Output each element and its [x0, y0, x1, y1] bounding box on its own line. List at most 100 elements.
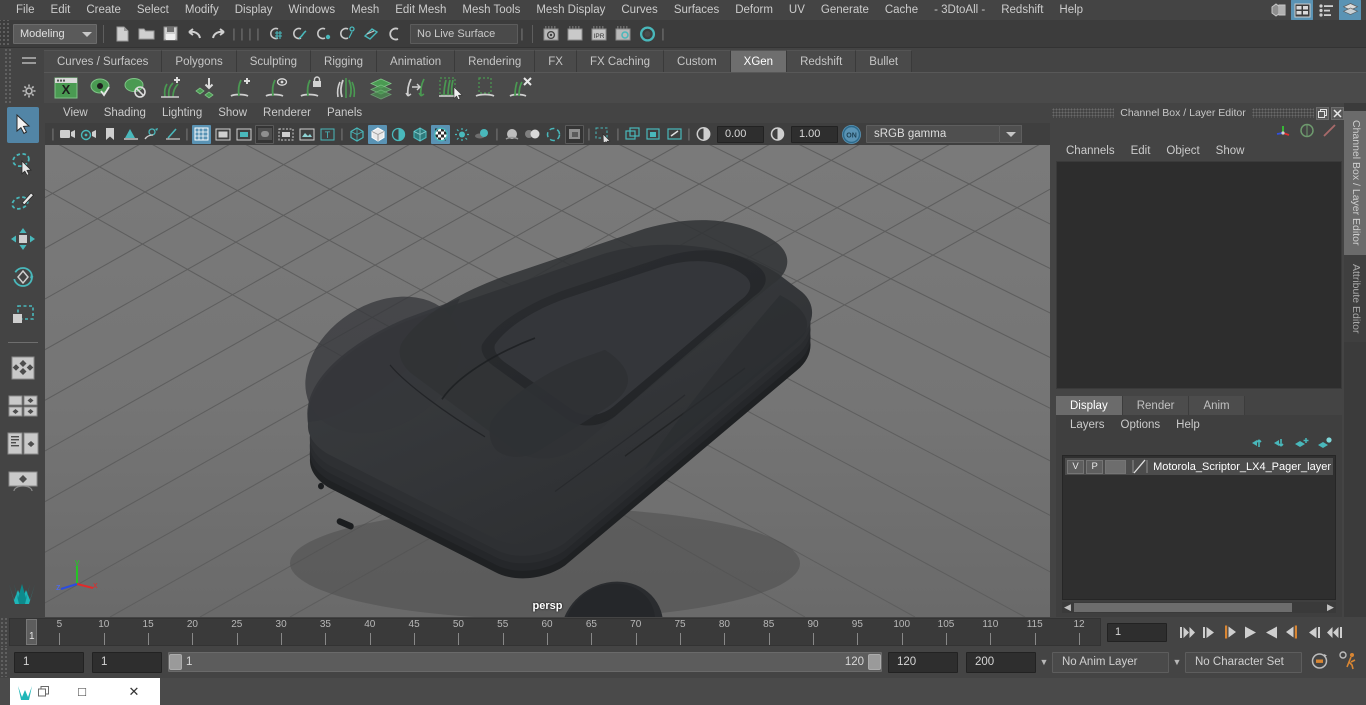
select-camera-icon[interactable]	[58, 125, 77, 144]
menu-item-surfaces[interactable]: Surfaces	[666, 0, 727, 20]
film-origin-icon[interactable]	[276, 125, 295, 144]
viewport-menu-lighting[interactable]: Lighting	[154, 103, 210, 123]
shelf-tab-menu-icon[interactable]	[22, 57, 36, 67]
close-icon[interactable]	[1331, 106, 1344, 120]
image-plane-icon[interactable]	[121, 125, 140, 144]
persp-outliner-layout-icon[interactable]	[7, 388, 39, 424]
shelf-tab-sculpting[interactable]: Sculpting	[236, 50, 312, 72]
layer-menu-help[interactable]: Help	[1168, 415, 1208, 435]
viewport-menu-shading[interactable]: Shading	[96, 103, 154, 123]
play-backwards-icon[interactable]	[1241, 621, 1260, 643]
vertical-tab-channel-box-layer-editor[interactable]: Channel Box / Layer Editor	[1344, 111, 1366, 255]
shelf-options-gear-icon[interactable]	[22, 84, 36, 101]
scrollbar-thumb[interactable]	[1074, 603, 1292, 612]
time-slider[interactable]: 1 5 10 15 20 25 30 35 40 45 50 55 60 65 70 75 80 85 90 95 1…	[9, 618, 1101, 646]
scale-tool[interactable]	[7, 297, 39, 333]
shadows-icon[interactable]	[163, 125, 182, 144]
xgen-editor-icon[interactable]: X	[50, 73, 82, 103]
gamma-icon[interactable]	[768, 125, 787, 144]
menu-item-mesh-tools[interactable]: Mesh Tools	[454, 0, 528, 20]
layer-color-swatch-icon[interactable]	[1131, 459, 1149, 474]
paint-select-tool[interactable]	[7, 183, 39, 219]
rotate-tool[interactable]	[7, 259, 39, 295]
xgen-preview-icon[interactable]	[85, 73, 117, 103]
film-gate-icon[interactable]	[213, 125, 232, 144]
xgen-lock-guide-icon[interactable]	[295, 73, 327, 103]
persp-graph-layout-icon[interactable]	[7, 426, 39, 462]
xray-icon[interactable]	[594, 125, 613, 144]
animation-preferences-icon[interactable]	[1338, 651, 1358, 673]
four-view-layout-icon[interactable]	[7, 350, 39, 386]
perspective-viewport[interactable]: y x z persp	[45, 145, 1050, 617]
lasso-select-tool[interactable]	[7, 145, 39, 181]
menu-item-display[interactable]: Display	[227, 0, 281, 20]
layer-tab-display[interactable]: Display	[1056, 396, 1123, 415]
menu-item-redshift[interactable]: Redshift	[993, 0, 1051, 20]
step-back-frame-icon[interactable]	[1199, 621, 1218, 643]
panel-grip-right[interactable]	[1251, 108, 1314, 118]
xgen-mirror-guide-icon[interactable]	[330, 73, 362, 103]
layer-menu-options[interactable]: Options	[1113, 415, 1169, 435]
snap-to-grid-icon[interactable]	[263, 23, 285, 45]
camera-attributes-icon[interactable]	[79, 125, 98, 144]
make-live-icon[interactable]	[383, 23, 405, 45]
menu-item-3dtoall[interactable]: - 3DtoAll -	[926, 0, 993, 20]
redo-icon[interactable]	[207, 23, 229, 45]
xray-active-components-icon[interactable]	[644, 125, 663, 144]
menu-item-create[interactable]: Create	[78, 0, 129, 20]
exposure-field[interactable]: 0.00	[717, 125, 764, 143]
menu-item-curves[interactable]: Curves	[613, 0, 665, 20]
shelf-tab-fx[interactable]: FX	[535, 50, 577, 72]
layer-list-scrollbar[interactable]: ◀ ▶	[1062, 602, 1336, 613]
layer-tab-render[interactable]: Render	[1122, 396, 1190, 415]
playback-end-time-field[interactable]: 120	[888, 651, 958, 673]
maximize-window-button[interactable]: □	[56, 684, 108, 699]
two-sided-lighting-icon[interactable]	[142, 125, 161, 144]
xgen-disable-preview-icon[interactable]	[120, 73, 152, 103]
attribute-editor-icon[interactable]	[1291, 0, 1313, 21]
render-sequence-icon[interactable]	[564, 23, 586, 45]
shelf-tab-xgen[interactable]: XGen	[730, 50, 788, 72]
gamma-field[interactable]: 1.00	[791, 125, 838, 143]
shelf-tab-rigging[interactable]: Rigging	[311, 50, 378, 72]
range-end-handle[interactable]	[868, 654, 881, 670]
scroll-left-arrow-icon[interactable]: ◀	[1062, 602, 1073, 613]
wireframe-on-shaded-icon[interactable]	[410, 125, 429, 144]
menu-item-windows[interactable]: Windows	[280, 0, 343, 20]
undo-icon[interactable]	[183, 23, 205, 45]
current-time-indicator[interactable]: 1	[26, 619, 37, 645]
channel-box-menu-show[interactable]: Show	[1208, 141, 1253, 161]
layer-playback-toggle[interactable]: P	[1086, 459, 1104, 474]
character-set-dropdown-arrow[interactable]: ▼	[1169, 657, 1185, 667]
ipr-render-icon[interactable]: IPR	[588, 23, 610, 45]
xgen-add-description-icon[interactable]	[155, 73, 187, 103]
scroll-right-arrow-icon[interactable]: ▶	[1325, 602, 1336, 613]
layer-shading-toggle[interactable]	[1105, 459, 1127, 474]
channel-box-layer-editor-icon[interactable]	[1339, 0, 1361, 21]
move-layer-up-icon[interactable]	[1250, 437, 1264, 452]
resolution-gate-icon[interactable]	[234, 125, 253, 144]
menu-item-deform[interactable]: Deform	[727, 0, 781, 20]
textured-icon[interactable]	[431, 124, 450, 144]
viewport-menu-renderer[interactable]: Renderer	[255, 103, 319, 123]
animation-start-time-field[interactable]: 1	[14, 651, 84, 673]
restore-icon[interactable]	[1316, 106, 1329, 120]
play-forwards-icon[interactable]	[1262, 621, 1281, 643]
color-management-toggle[interactable]: ON	[842, 124, 861, 144]
layer-menu-layers[interactable]: Layers	[1062, 415, 1113, 435]
gate-mask-icon[interactable]	[255, 124, 274, 144]
step-forward-frame-icon[interactable]	[1304, 621, 1323, 643]
channel-box-menu-object[interactable]: Object	[1158, 141, 1207, 161]
render-settings-icon[interactable]	[612, 23, 634, 45]
menu-item-file[interactable]: File	[8, 0, 43, 20]
step-back-key-icon[interactable]	[1220, 621, 1239, 643]
viewport-snapshot-icon[interactable]	[665, 125, 684, 144]
use-default-light-icon[interactable]	[452, 125, 471, 144]
time-slider-grip[interactable]	[0, 617, 9, 647]
grid-icon[interactable]	[192, 124, 211, 144]
step-forward-key-icon[interactable]	[1283, 621, 1302, 643]
new-layer-icon[interactable]	[1294, 437, 1309, 452]
shelf-tab-redshift[interactable]: Redshift	[787, 50, 857, 72]
viewport-menu-panels[interactable]: Panels	[319, 103, 370, 123]
move-tool[interactable]	[7, 221, 39, 257]
